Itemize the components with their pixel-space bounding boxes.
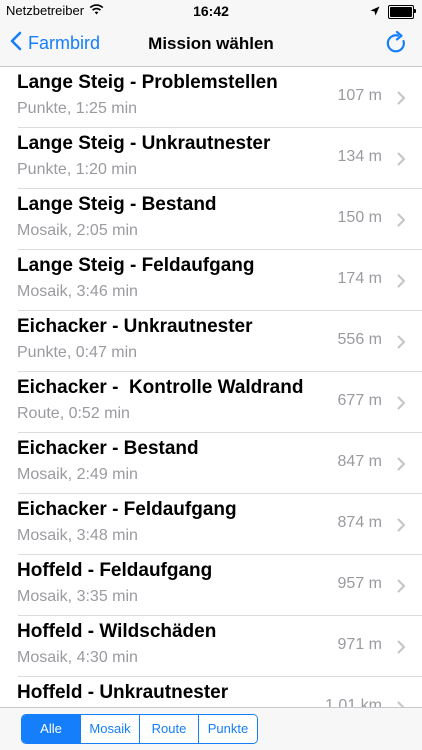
mission-subtitle: Mosaik, 2:05 min xyxy=(17,222,138,239)
mission-row[interactable]: Eichacker - Kontrolle Waldrand Route, 0:5… xyxy=(0,372,422,433)
mission-distance: 847 m xyxy=(337,453,382,470)
mission-title: Eichacker - Bestand xyxy=(17,438,199,459)
navigation-bar: Farmbird Mission wählen xyxy=(0,22,422,67)
mission-title: Eichacker - Feldaufgang xyxy=(17,499,237,520)
filter-option-mosaik[interactable]: Mosaik xyxy=(80,715,139,743)
battery-icon xyxy=(388,5,416,19)
filter-option-punkte[interactable]: Punkte xyxy=(198,715,257,743)
page-title: Mission wählen xyxy=(148,34,274,53)
mission-row[interactable]: Eichacker - Unkrautnester Punkte, 0:47 mi… xyxy=(0,311,422,372)
mission-title: Hoffeld - Wildschäden xyxy=(17,621,217,642)
mission-subtitle: Mosaik, 4:30 min xyxy=(17,649,138,666)
filter-bar: Alle Mosaik Route Punkte xyxy=(0,707,422,750)
mission-subtitle: Punkte, 1:25 min xyxy=(17,100,138,117)
mission-title: Lange Steig - Problemstellen xyxy=(17,72,278,93)
mission-distance: 874 m xyxy=(337,514,382,531)
mission-row[interactable]: Lange Steig - Problemstellen Punkte, 1:25… xyxy=(0,67,422,128)
mission-title: Lange Steig - Unkrautnester xyxy=(17,133,271,154)
mission-subtitle: Mosaik, 3:48 min xyxy=(17,527,138,544)
chevron-right-icon xyxy=(397,457,406,476)
mission-subtitle: Mosaik, 3:35 min xyxy=(17,588,138,605)
filter-segmented-control: Alle Mosaik Route Punkte xyxy=(21,714,258,744)
mission-row[interactable]: Hoffeld - Wildschäden Mosaik, 4:30 min 971… xyxy=(0,616,422,677)
status-bar: Netzbetreiber 16:42 xyxy=(0,0,422,22)
chevron-right-icon xyxy=(397,213,406,232)
mission-row[interactable]: Lange Steig - Feldaufgang Mosaik, 3:46 mi… xyxy=(0,250,422,311)
status-time: 16:42 xyxy=(193,3,229,19)
mission-distance: 556 m xyxy=(337,331,382,348)
mission-title: Hoffeld - Unkrautnester xyxy=(17,682,229,703)
chevron-right-icon xyxy=(397,640,406,659)
refresh-button[interactable] xyxy=(386,30,408,60)
mission-distance: 107 m xyxy=(337,87,382,104)
mission-title: Lange Steig - Feldaufgang xyxy=(17,255,255,276)
mission-title: Eichacker - Kontrolle Waldrand xyxy=(17,377,304,398)
mission-row[interactable]: Hoffeld - Unkrautnester 1,01 km xyxy=(0,677,422,707)
mission-subtitle: Mosaik, 2:49 min xyxy=(17,466,138,483)
filter-option-alle[interactable]: Alle xyxy=(22,715,80,743)
mission-title: Lange Steig - Bestand xyxy=(17,194,217,215)
chevron-right-icon xyxy=(397,579,406,598)
refresh-icon xyxy=(386,30,408,59)
mission-row[interactable]: Lange Steig - Unkrautnester Punkte, 1:20 … xyxy=(0,128,422,189)
chevron-right-icon xyxy=(397,396,406,415)
mission-title: Hoffeld - Feldaufgang xyxy=(17,560,213,581)
chevron-right-icon xyxy=(397,152,406,171)
mission-subtitle: Route, 0:52 min xyxy=(17,405,130,422)
chevron-right-icon xyxy=(397,274,406,293)
mission-row[interactable]: Eichacker - Bestand Mosaik, 2:49 min 847 m xyxy=(0,433,422,494)
status-right xyxy=(370,3,416,21)
mission-row[interactable]: Eichacker - Feldaufgang Mosaik, 3:48 min 8… xyxy=(0,494,422,555)
chevron-right-icon xyxy=(397,518,406,537)
mission-subtitle: Punkte, 0:47 min xyxy=(17,344,138,361)
mission-title: Eichacker - Unkrautnester xyxy=(17,316,253,337)
mission-row[interactable]: Hoffeld - Feldaufgang Mosaik, 3:35 min 957… xyxy=(0,555,422,616)
mission-distance: 150 m xyxy=(337,209,382,226)
mission-subtitle: Mosaik, 3:46 min xyxy=(17,283,138,300)
mission-list: Lange Steig - Problemstellen Punkte, 1:25… xyxy=(0,67,422,707)
chevron-right-icon xyxy=(397,91,406,110)
mission-row[interactable]: Lange Steig - Bestand Mosaik, 2:05 min 150… xyxy=(0,189,422,250)
mission-distance: 971 m xyxy=(337,636,382,653)
mission-distance: 1,01 km xyxy=(325,697,382,707)
mission-subtitle: Punkte, 1:20 min xyxy=(17,161,138,178)
chevron-right-icon xyxy=(397,335,406,354)
location-arrow-icon xyxy=(370,3,380,21)
mission-distance: 677 m xyxy=(337,392,382,409)
mission-distance: 957 m xyxy=(337,575,382,592)
mission-distance: 174 m xyxy=(337,270,382,287)
mission-distance: 134 m xyxy=(337,148,382,165)
filter-option-route[interactable]: Route xyxy=(139,715,198,743)
